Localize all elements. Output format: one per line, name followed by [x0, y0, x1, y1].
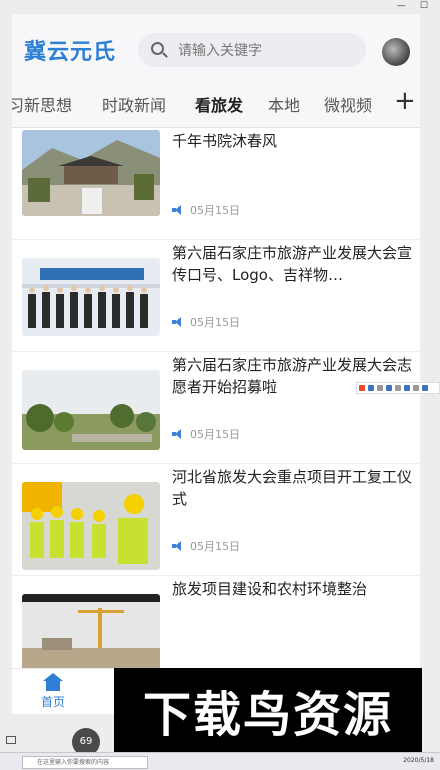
app-logo: 冀云元氏	[24, 40, 117, 65]
watermark-banner: 下载鸟资源	[114, 668, 422, 762]
side-icon[interactable]	[6, 736, 16, 744]
news-meta: 05月15日	[172, 426, 240, 442]
home-icon	[43, 673, 63, 691]
news-title: 河北省旅发大会重点项目开工复工仪式	[172, 468, 412, 508]
nav-home[interactable]: 首页	[38, 673, 68, 710]
category-tabs: 习新思想 时政新闻 看旅发 本地 微视频 +	[12, 84, 420, 128]
avatar[interactable]	[382, 38, 410, 66]
window-controls: — ☐	[397, 0, 428, 12]
list-item[interactable]: 第六届石家庄市旅游产业发展大会宣传口号、Logo、吉祥物… 05月15日	[12, 240, 420, 352]
news-date: 05月15日	[190, 540, 240, 553]
news-title: 旅发项目建设和农村环境整治	[172, 580, 368, 598]
news-meta: 05月15日	[172, 314, 240, 330]
list-item[interactable]: 千年书院沐春风 05月15日	[12, 128, 420, 240]
news-date: 05月15日	[190, 428, 240, 441]
news-thumbnail	[22, 258, 160, 336]
news-list: 千年书院沐春风 05月15日 第六届石家庄市旅游产业发展大会宣传口号、Logo、…	[12, 128, 420, 668]
nav-home-label: 首页	[40, 695, 65, 709]
taskbar-search[interactable]: 在这里输入你要搜索的内容	[22, 756, 148, 769]
tab-xi-thought[interactable]: 习新思想	[12, 92, 72, 116]
tab-tourism[interactable]: 看旅发	[195, 92, 243, 116]
list-item[interactable]: 河北省旅发大会重点项目开工复工仪式 05月15日	[12, 464, 420, 576]
taskbar: 在这里输入你要搜索的内容 2020/5/18	[0, 752, 440, 770]
news-date: 05月15日	[190, 204, 240, 217]
news-meta: 05月15日	[172, 538, 240, 554]
news-thumbnail	[22, 130, 160, 216]
ime-toolbar[interactable]	[356, 382, 440, 394]
app-header: 冀云元氏 请输入关键字	[12, 14, 420, 84]
search-bar[interactable]: 请输入关键字	[138, 33, 366, 67]
news-thumbnail	[22, 370, 160, 450]
news-thumbnail	[22, 482, 160, 570]
search-placeholder[interactable]: 请输入关键字	[178, 40, 262, 60]
search-icon	[150, 41, 168, 59]
taskbar-date: 2020/5/18	[403, 757, 434, 764]
tab-local[interactable]: 本地	[268, 92, 300, 116]
list-item[interactable]: 旅发项目建设和农村环境整治	[12, 576, 420, 668]
add-tab-button[interactable]: +	[394, 86, 416, 116]
app-window: 冀云元氏 请输入关键字 习新思想 时政新闻 看旅发 本地 微视频 + 千年书院沐…	[12, 14, 420, 714]
minimize-icon[interactable]: —	[397, 1, 406, 11]
list-item[interactable]: 第六届石家庄市旅游产业发展大会志愿者开始招募啦 05月15日	[12, 352, 420, 464]
restore-icon[interactable]: ☐	[420, 1, 428, 11]
news-title: 第六届石家庄市旅游产业发展大会宣传口号、Logo、吉祥物…	[172, 244, 412, 284]
news-date: 05月15日	[190, 316, 240, 329]
speaker-icon[interactable]	[172, 541, 184, 551]
speaker-icon[interactable]	[172, 317, 184, 327]
tab-micro-video[interactable]: 微视频	[324, 92, 372, 116]
speaker-icon[interactable]	[172, 429, 184, 439]
speaker-icon[interactable]	[172, 205, 184, 215]
news-thumbnail	[22, 594, 160, 668]
news-title: 千年书院沐春风	[172, 132, 278, 150]
news-meta: 05月15日	[172, 202, 240, 218]
tab-politics-news[interactable]: 时政新闻	[102, 92, 166, 116]
